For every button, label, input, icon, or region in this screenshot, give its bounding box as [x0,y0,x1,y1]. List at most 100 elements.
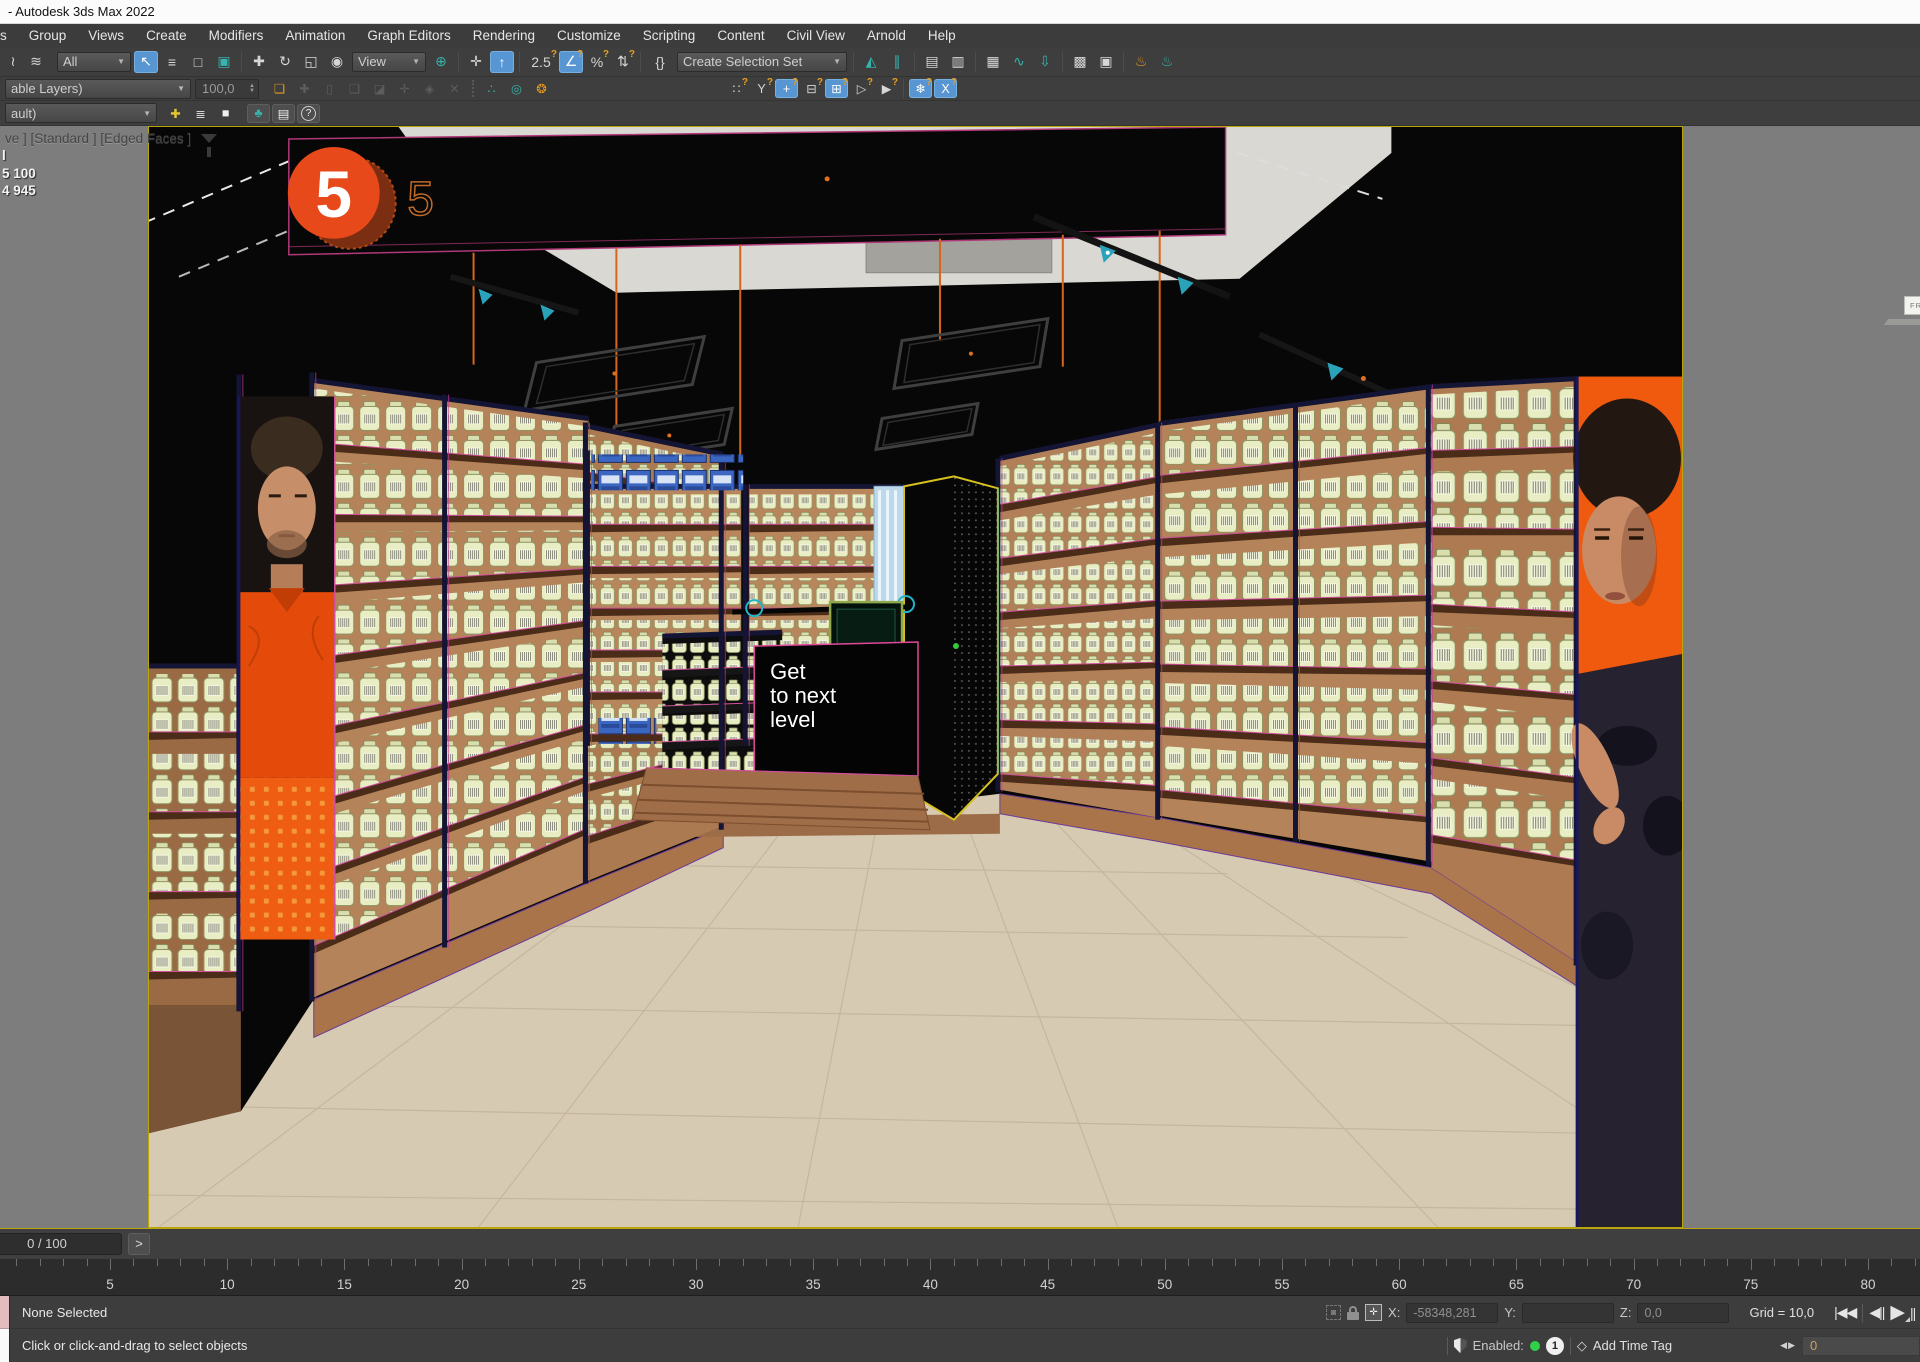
time-slider-bar[interactable]: 0 / 100 > [0,1228,1920,1259]
add-keyframe-icon[interactable]: ✚ [164,104,187,123]
delete-layer-icon[interactable]: ▯ [318,79,341,98]
spinner-snap-toggle-icon[interactable]: ⇅? [611,51,635,73]
align-icon[interactable]: ∥ [885,51,909,73]
current-frame-field[interactable]: 0 [1802,1336,1920,1356]
menu-item-create[interactable]: Create [135,24,198,47]
maxscript-mini-listener[interactable] [0,1296,10,1362]
curve-editor-icon[interactable]: ▦ [981,51,1005,73]
vegetation-icon[interactable]: ♣ [247,104,270,123]
angle-snap-toggle-icon[interactable]: ∠? [559,51,583,73]
get-layer-from-selection-icon[interactable]: ◈ [418,79,441,98]
unlink-selection-icon[interactable]: ≋ [24,51,48,73]
scene-canvas[interactable]: 5 5 [149,127,1682,1227]
filter-funnel-icon[interactable] [201,134,217,143]
track-bar[interactable]: 5101520253035404550556065707580 [0,1259,1920,1296]
named-selection-sets-dropdown[interactable]: Create Selection Set▼ [677,52,847,72]
menu-item-customize[interactable]: Customize [546,24,632,47]
use-pivot-point-center-icon[interactable]: ⊕ [429,51,453,73]
snap-x-icon[interactable]: X? [934,79,957,98]
snap-sphere-icon[interactable]: ❂ [530,79,553,98]
snap-face-icon[interactable]: ▷? [850,79,873,98]
menu-item-animation[interactable]: Animation [274,24,356,47]
toggle-scene-explorer-icon[interactable]: ▤ [920,51,944,73]
report-icon[interactable]: ▤ [272,104,295,123]
snap-grid-points-icon[interactable]: ∷? [725,79,748,98]
snaps-toggle-icon[interactable]: 2.5? [525,51,557,73]
isolate-selection-icon[interactable] [1326,1305,1341,1320]
percent-snap-toggle-icon[interactable]: %? [585,51,609,73]
schematic-view-icon[interactable]: ∿ [1007,51,1031,73]
menu-item-rendering[interactable]: Rendering [462,24,546,47]
add-time-tag[interactable]: Add Time Tag [1593,1338,1672,1353]
snap-dots-icon[interactable]: ∴ [480,79,503,98]
menu-item-civil-view[interactable]: Civil View [776,24,856,47]
select-and-move-icon[interactable]: ✚ [247,51,271,73]
render-setup-icon[interactable]: ▩ [1068,51,1092,73]
viewport-area[interactable]: ve ] [Standard ] [Edged Faces ] l 5 100 … [0,126,1920,1228]
select-and-rotate-icon[interactable]: ↻ [273,51,297,73]
window-crossing-toggle-icon[interactable]: ▣ [212,51,236,73]
x-coordinate-field[interactable]: -58348,281 [1406,1303,1498,1323]
mirror-icon[interactable]: ◭ [859,51,883,73]
render-iterative-icon[interactable]: ♨ [1155,51,1179,73]
key-count-badge[interactable]: 1 [1546,1337,1564,1355]
set-current-layer-icon[interactable]: ✛ [393,79,416,98]
select-by-name-icon[interactable]: ≡ [160,51,184,73]
frame-spinner-icon[interactable]: ◀▶ [1780,1340,1796,1351]
snap-frozen-icon[interactable]: ❄? [909,79,932,98]
snap-endpoint-icon[interactable]: +? [775,79,798,98]
time-slider-value[interactable]: 0 / 100 [0,1233,122,1255]
selection-filter-dropdown[interactable]: All▼ [57,52,131,72]
menu-item-arnold[interactable]: Arnold [856,24,917,47]
rendered-frame-window-icon[interactable]: ▣ [1094,51,1118,73]
previous-frame-button[interactable]: ◀|| [1869,1304,1884,1321]
layer-value-spinner[interactable]: 100,0▲▼ [195,79,259,99]
manage-layers-icon[interactable]: ❏ [268,79,291,98]
next-frame-button[interactable]: > [128,1233,150,1255]
next-frame-cut-button[interactable]: || [1910,1305,1920,1321]
snap-midpoint-icon[interactable]: ⊟? [800,79,823,98]
menu-item-help[interactable]: Help [917,24,967,47]
select-and-place-icon[interactable]: ◉ [325,51,349,73]
snap-face-filled-icon[interactable]: ▶? [875,79,898,98]
add-selection-to-layer-icon[interactable]: ❏ [343,79,366,98]
select-and-manipulate-icon[interactable]: ✛ [464,51,488,73]
snap-edge-icon[interactable]: ⊞? [825,79,848,98]
absolute-mode-transform-icon[interactable]: ✛ [1365,1304,1382,1321]
freeze-layer-icon[interactable]: ✕ [443,79,466,98]
snap-target-icon[interactable]: ◎ [505,79,528,98]
play-button[interactable]: ▶ [1890,1301,1904,1324]
create-new-layer-icon[interactable]: ✚ [293,79,316,98]
layer-stack-icon[interactable]: ≣ [189,104,212,123]
help-icon[interactable]: ? [297,104,320,123]
camera-safe-frame[interactable]: 5 5 [148,126,1683,1228]
keyboard-shortcut-override-icon[interactable]: ↑ [490,51,514,73]
rectangular-selection-region-icon[interactable]: □ [186,51,210,73]
viewport-label[interactable]: ve ] [Standard ] [Edged Faces ] [5,131,217,146]
y-coordinate-field[interactable] [1522,1303,1614,1323]
menu-item-modifiers[interactable]: Modifiers [198,24,275,47]
select-and-link-icon[interactable]: ≀ [4,51,22,73]
active-layer-dropdown[interactable]: able Layers)▼ [5,79,191,99]
toggle-layer-explorer-icon[interactable]: ▥ [946,51,970,73]
reference-coordinate-system-dropdown[interactable]: View▼ [352,52,426,72]
menu-item-s[interactable]: s [0,24,18,47]
selection-lock-icon[interactable] [1347,1306,1359,1320]
menu-item-graph-editors[interactable]: Graph Editors [356,24,461,47]
select-object-icon[interactable]: ↖ [134,51,158,73]
edit-named-selection-sets-icon[interactable]: {} [646,51,674,73]
viewcube[interactable]: FRON [1904,296,1920,315]
menu-item-group[interactable]: Group [18,24,78,47]
go-to-start-button[interactable]: |◀◀ [1834,1304,1856,1321]
preset-dropdown[interactable]: ault)▼ [5,103,157,123]
snap-pivot-icon[interactable]: Y? [750,79,773,98]
select-and-scale-icon[interactable]: ◱ [299,51,323,73]
render-production-icon[interactable]: ♨ [1129,51,1153,73]
z-coordinate-field[interactable]: 0,0 [1637,1303,1729,1323]
menu-item-content[interactable]: Content [706,24,775,47]
material-editor-icon[interactable]: ⇩ [1033,51,1057,73]
menu-item-views[interactable]: Views [77,24,135,47]
menu-item-scripting[interactable]: Scripting [632,24,707,47]
color-swatch-icon[interactable]: ■ [214,104,237,123]
select-objects-in-layer-icon[interactable]: ◪ [368,79,391,98]
